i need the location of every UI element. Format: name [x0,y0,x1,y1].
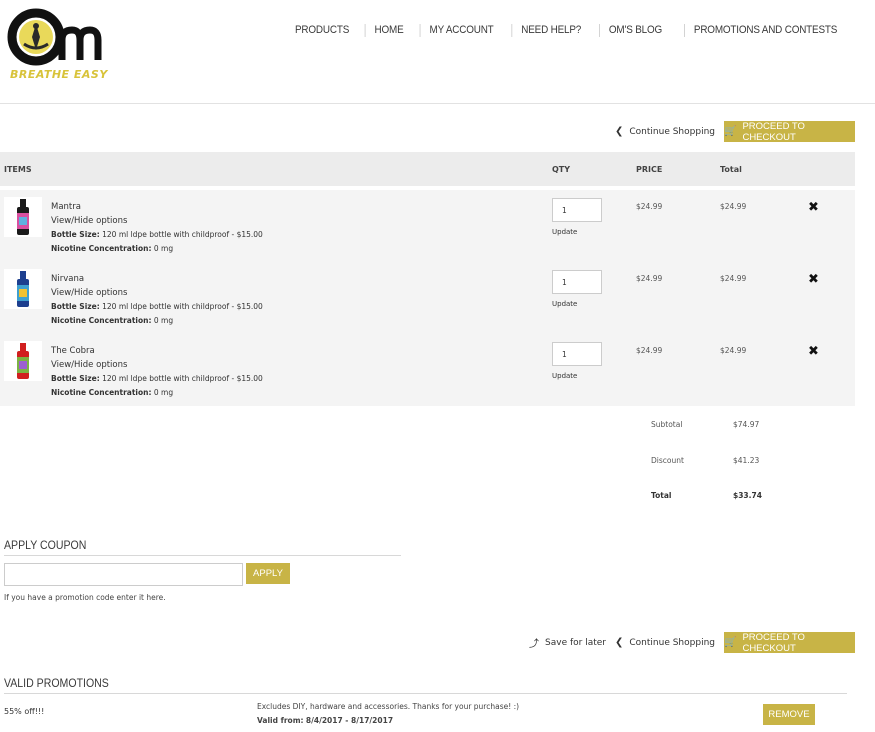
line-total: $24.99 [720,202,747,211]
cart-table-header: ITEMS QTY PRICE Total [0,152,855,186]
nicotine-concentration: Nicotine Concentration: 0 mg [51,316,173,325]
continue-shopping-link[interactable]: ❮ Continue Shopping [615,637,715,648]
header-qty: QTY [552,165,571,174]
valid-promotions-heading: VALID PROMOTIONS [4,676,109,690]
view-hide-options-link[interactable]: View/Hide options [51,288,127,298]
nicotine-value: 0 mg [153,316,174,325]
subtotal-value: $74.97 [733,420,760,429]
bottle-size-label: Bottle Size: [51,302,100,311]
continue-shopping-label: Continue Shopping [629,126,715,137]
nav-promotions-contests[interactable]: PROMOTIONS AND CONTESTS [683,24,846,37]
coupon-input[interactable] [4,563,243,586]
nav-need-help[interactable]: NEED HELP? [511,24,591,37]
view-hide-options-link[interactable]: View/Hide options [51,360,127,370]
nicotine-value: 0 mg [153,244,174,253]
valid-from-value: 8/4/2017 - 8/17/2017 [305,716,394,725]
promotion-name: 55% off!!! [4,707,45,716]
proceed-to-checkout-button[interactable]: 🛒 PROCEED TO CHECKOUT [724,631,855,654]
total-label: Total [651,491,672,500]
promotion-validity: Valid from: 8/4/2017 - 8/17/2017 [257,716,393,725]
header-total: Total [720,165,742,174]
apply-coupon-button[interactable]: APPLY [246,563,290,584]
cart-row: The Cobra View/Hide options Bottle Size:… [0,334,855,406]
nav-home[interactable]: HOME [364,24,413,37]
continue-shopping-link[interactable]: ❮ Continue Shopping [615,126,715,137]
product-name[interactable]: Mantra [51,202,81,212]
nicotine-label: Nicotine Concentration: [51,316,152,325]
bottle-size: Bottle Size: 120 ml ldpe bottle with chi… [51,374,263,383]
unit-price: $24.99 [636,346,663,355]
cart-row: Mantra View/Hide options Bottle Size: 12… [0,190,855,262]
cart-icon: 🛒 [724,637,737,648]
unit-price: $24.99 [636,202,663,211]
bottle-size: Bottle Size: 120 ml ldpe bottle with chi… [51,302,263,311]
update-link[interactable]: Update [552,228,577,236]
product-thumbnail[interactable] [4,341,42,381]
bottle-size-value: 120 ml ldpe bottle with childproof - $15… [102,302,263,311]
product-thumbnail[interactable] [4,197,42,237]
bottle-size: Bottle Size: 120 ml ldpe bottle with chi… [51,230,263,239]
cart-icon: 🛒 [724,126,737,137]
nav-products[interactable]: PRODUCTS [286,24,358,37]
site-header: BREATHE EASY PRODUCTS HOME MY ACCOUNT NE… [0,0,875,104]
om-logo[interactable]: BREATHE EASY [6,4,118,84]
chevron-left-icon: ❮ [615,637,624,648]
nicotine-value: 0 mg [153,388,174,397]
subtotal-label: Subtotal [651,420,683,429]
promotion-description: Excludes DIY, hardware and accessories. … [257,702,520,711]
logo-tagline: BREATHE EASY [10,68,108,81]
bottle-icon [17,199,29,235]
quantity-input[interactable] [552,270,602,294]
update-link[interactable]: Update [552,300,577,308]
line-total: $24.99 [720,274,747,283]
chevron-left-icon: ❮ [615,126,624,137]
quantity-input[interactable] [552,198,602,222]
header-price: PRICE [636,165,663,174]
nicotine-label: Nicotine Concentration: [51,388,152,397]
update-link[interactable]: Update [552,372,577,380]
product-name[interactable]: Nirvana [51,274,84,284]
bottle-icon [17,343,29,379]
bottle-size-label: Bottle Size: [51,230,100,239]
top-actions: ❮ Continue Shopping 🛒 PROCEED TO CHECKOU… [615,120,855,143]
line-total: $24.99 [720,346,747,355]
cart-row: Nirvana View/Hide options Bottle Size: 1… [0,262,855,334]
nav-oms-blog[interactable]: OM'S BLOG [598,24,671,37]
bottle-size-label: Bottle Size: [51,374,100,383]
apply-coupon-heading: APPLY COUPON [4,538,87,552]
nav-my-account[interactable]: MY ACCOUNT [419,24,503,37]
remove-item-icon[interactable]: ✖ [808,344,819,359]
coupon-help-text: If you have a promotion code enter it he… [4,593,166,602]
proceed-to-checkout-button[interactable]: 🛒 PROCEED TO CHECKOUT [724,120,855,143]
discount-label: Discount [651,456,684,465]
checkout-label: PROCEED TO CHECKOUT [742,631,805,654]
divider [4,693,847,694]
nicotine-label: Nicotine Concentration: [51,244,152,253]
bottom-actions: ⤴ Save for later ❮ Continue Shopping 🛒 P… [529,631,855,654]
header-items: ITEMS [4,165,32,174]
total-value: $33.74 [733,491,762,500]
product-thumbnail[interactable] [4,269,42,309]
remove-promotion-button[interactable]: REMOVE [763,704,815,725]
bottle-icon [17,271,29,307]
remove-item-icon[interactable]: ✖ [808,272,819,287]
save-for-later-label: Save for later [545,637,606,648]
product-name[interactable]: The Cobra [51,346,95,356]
divider [4,555,401,556]
main-nav: PRODUCTS HOME MY ACCOUNT NEED HELP? OM'S… [282,24,855,37]
continue-shopping-label: Continue Shopping [629,637,715,648]
view-hide-options-link[interactable]: View/Hide options [51,216,127,226]
bottle-size-value: 120 ml ldpe bottle with childproof - $15… [102,230,263,239]
remove-item-icon[interactable]: ✖ [808,200,819,215]
nicotine-concentration: Nicotine Concentration: 0 mg [51,388,173,397]
unit-price: $24.99 [636,274,663,283]
bottle-size-value: 120 ml ldpe bottle with childproof - $15… [102,374,263,383]
quantity-input[interactable] [552,342,602,366]
checkout-label: PROCEED TO CHECKOUT [742,120,805,143]
share-icon: ⤴ [529,639,540,650]
save-for-later-link[interactable]: ⤴ Save for later [529,635,606,651]
valid-from-label: Valid from: [257,716,304,725]
discount-value: $41.23 [733,456,760,465]
nicotine-concentration: Nicotine Concentration: 0 mg [51,244,173,253]
